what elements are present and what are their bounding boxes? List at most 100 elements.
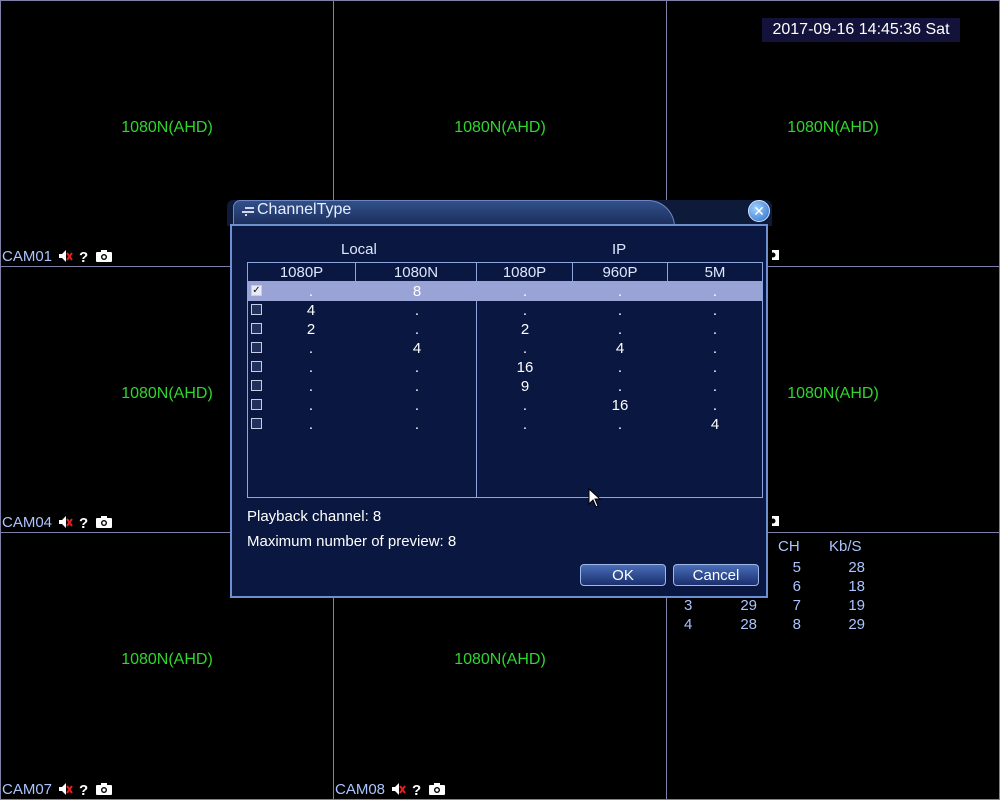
svg-text:?: ?	[79, 782, 88, 796]
stats-cell: 28	[848, 559, 865, 576]
svg-text:?: ?	[412, 782, 421, 796]
table-cell: .	[522, 340, 528, 357]
row-checkbox[interactable]	[251, 323, 262, 334]
table-cell: .	[414, 321, 420, 338]
table-cell: 9	[520, 378, 530, 395]
row-checkbox[interactable]	[251, 342, 262, 353]
col-ip-1080p: 1080P	[477, 263, 573, 282]
svg-text:?: ?	[79, 249, 88, 263]
table-cell: 2	[520, 321, 530, 338]
row-checkbox[interactable]	[251, 399, 262, 410]
table-cell: .	[414, 397, 420, 414]
stats-row: 4 28 8 29	[672, 616, 872, 634]
table-cell: .	[712, 340, 718, 357]
svg-text:?: ?	[79, 515, 88, 529]
audio-muted-icon	[59, 516, 73, 528]
help-icon: ?	[79, 249, 88, 263]
stats-header-ch: CH	[778, 538, 800, 555]
table-cell: 16	[516, 359, 534, 376]
row-checkbox[interactable]	[251, 304, 262, 315]
table-cell: .	[522, 283, 528, 300]
table-cell: .	[414, 359, 420, 376]
playback-channel-info: Playback channel: 8	[247, 508, 382, 525]
camera-name: CAM01	[2, 247, 53, 265]
resolution-label: 1080N(AHD)	[121, 651, 213, 668]
col-ip-5m: 5M	[668, 263, 762, 282]
table-row[interactable]: ... 16.	[248, 396, 762, 415]
stats-cell: 19	[848, 597, 865, 614]
row-checkbox[interactable]	[251, 380, 262, 391]
max-preview-info: Maximum number of preview: 8	[247, 533, 457, 550]
table-cell: .	[308, 416, 314, 433]
cancel-button[interactable]: Cancel	[673, 564, 759, 586]
datetime-display: 2017-09-16 14:45:36 Sat	[762, 18, 960, 42]
table-cell: .	[522, 397, 528, 414]
row-checkbox[interactable]: ✓	[251, 285, 262, 296]
dialog-body: Local IP 1080P 1080N 1080P 960P 5M ✓. 8..…	[230, 224, 768, 598]
help-icon: ?	[412, 782, 421, 796]
camera-name: CAM08	[335, 780, 386, 798]
table-cell: .	[617, 283, 623, 300]
help-icon: ?	[79, 782, 88, 796]
stats-cell: 8	[792, 616, 801, 633]
row-checkbox[interactable]	[251, 361, 262, 372]
table-cell: .	[522, 416, 528, 433]
camera-label: CAM07?	[2, 780, 113, 798]
col-local-1080n: 1080N	[356, 263, 477, 282]
table-row[interactable]: . 4. 4.	[248, 339, 762, 358]
dialog-title: ChannelType	[257, 201, 352, 218]
table-cell: .	[308, 378, 314, 395]
camera-name: CAM04	[2, 513, 53, 531]
camera-snapshot-icon	[429, 783, 446, 795]
resolution-label: 1080N(AHD)	[454, 119, 546, 136]
camera-snapshot-icon	[96, 250, 113, 262]
table-cell: .	[308, 283, 314, 300]
table-cell: .	[414, 378, 420, 395]
stats-cell: 5	[792, 559, 801, 576]
stats-header-kbs: Kb/S	[829, 538, 862, 555]
channel-type-table: 1080P 1080N 1080P 960P 5M ✓. 8... 4.... 2. 2…	[247, 262, 763, 498]
table-cell: .	[617, 378, 623, 395]
table-cell: .	[522, 302, 528, 319]
table-row[interactable]: .. 9..	[248, 377, 762, 396]
resolution-label: 1080N(AHD)	[121, 119, 213, 136]
resolution-label: 1080N(AHD)	[787, 119, 879, 136]
table-row[interactable]: ✓. 8...	[248, 282, 762, 301]
table-cell: 8	[412, 283, 422, 300]
table-cell: .	[712, 321, 718, 338]
table-cell: .	[308, 397, 314, 414]
table-row[interactable]: 2. 2..	[248, 320, 762, 339]
audio-muted-icon	[59, 250, 73, 262]
table-cell: 4	[710, 416, 720, 433]
camera-name: CAM07	[2, 780, 53, 798]
col-local-1080p: 1080P	[248, 263, 356, 282]
table-cell: .	[308, 359, 314, 376]
group-local-label: Local	[341, 241, 377, 258]
stats-cell: 4	[684, 616, 693, 633]
close-icon[interactable]: ✕	[748, 200, 770, 222]
table-row[interactable]: .... 4	[248, 415, 762, 434]
camera-snapshot-icon	[772, 516, 779, 526]
table-cell: .	[617, 416, 623, 433]
ok-button[interactable]: OK	[580, 564, 666, 586]
table-row[interactable]: 4....	[248, 301, 762, 320]
col-ip-960p: 960P	[573, 263, 668, 282]
camera-label: CAM08?	[335, 780, 446, 798]
camera-snapshot-icon	[772, 250, 779, 260]
stats-cell: 7	[792, 597, 801, 614]
resolution-label: 1080N(AHD)	[454, 651, 546, 668]
table-row[interactable]: .. 16..	[248, 358, 762, 377]
stats-cell: 6	[792, 578, 801, 595]
row-checkbox[interactable]	[251, 418, 262, 429]
table-cell: .	[617, 321, 623, 338]
table-cell: 4	[615, 340, 625, 357]
camera-label: CAM01?	[2, 247, 113, 265]
camera-label: CAM04?	[2, 513, 113, 531]
mouse-cursor-icon	[588, 488, 602, 508]
table-cell: .	[617, 302, 623, 319]
table-cell: 4	[306, 302, 316, 319]
stats-cell: 18	[848, 578, 865, 595]
audio-muted-icon	[392, 783, 406, 795]
table-cell: .	[414, 302, 420, 319]
table-cell: .	[712, 302, 718, 319]
